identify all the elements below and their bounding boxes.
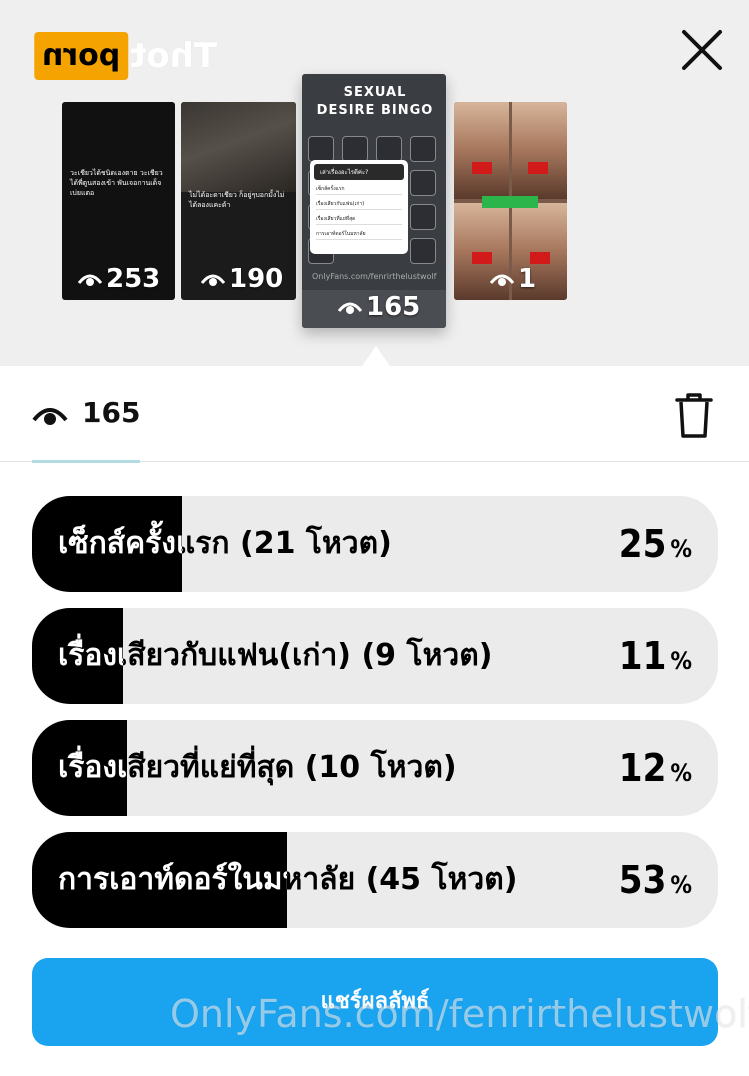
story-caption: วะเชียวได้ชนิดเองตาย วะเชียวได้พี่ตูนสอง…	[70, 169, 163, 197]
poll-option-label-overlay: เรื่องเสียวกับแฟน(เก่า) (9 โหวต)	[32, 608, 123, 704]
story-sticker	[482, 196, 538, 208]
poll-option-percent-value: 12	[618, 746, 667, 790]
poll-option-percent: 25%	[619, 496, 692, 592]
poll-option-label-overlay: การเอาท์ดอร์ในมหาลัย (45 โหวต)	[32, 832, 287, 928]
poll-option-label-overlay: เซ็กส์ครั้งแรก (21 โหวต)	[32, 496, 182, 592]
poll-option-percent: 11%	[619, 608, 692, 704]
delete-button[interactable]	[673, 392, 715, 440]
story-title: SEXUAL DESIRE BINGO	[316, 85, 434, 118]
story-view-count: 190	[201, 264, 283, 294]
story-view-count: 1	[490, 264, 536, 294]
story-views: 253	[106, 264, 161, 294]
story-thumbnail-2[interactable]: ไม่ได้อะดาเชียว ก็อยู่ๆบอกมั้งไม่ได้ลองแ…	[181, 102, 296, 300]
brand-logo-box: porn	[34, 32, 129, 80]
eye-icon	[338, 302, 362, 314]
trash-icon	[675, 393, 713, 438]
close-icon	[682, 30, 722, 70]
story-poll-row: เซ็กส์ครั้งแรก	[316, 185, 402, 195]
poll-option: การเอาท์ดอร์ในมหาลัย (45 โหวต) การเอาท์ดอ…	[32, 832, 718, 928]
eye-icon	[32, 408, 68, 425]
poll-option-percent-sign: %	[670, 759, 692, 787]
brand-logo-text: Thot	[130, 36, 218, 76]
poll-option-percent: 53%	[619, 832, 692, 928]
brand-logo: porn Thot	[34, 32, 217, 80]
eye-icon	[201, 274, 225, 286]
story-thumbnail-1[interactable]: วะเชียวได้ชนิดเองตาย วะเชียวได้พี่ตูนสอง…	[62, 102, 175, 300]
poll-option-label-inverse: เรื่องเสียวที่แย่ที่สุด (10 โหวต)	[58, 750, 127, 785]
story-caption: ไม่ได้อะดาเชียว ก็อยู่ๆบอกมั้งไม่ได้ลองแ…	[189, 191, 285, 209]
poll-option: เรื่องเสียวที่แย่ที่สุด (10 โหวต) เรื่องเ…	[32, 720, 718, 816]
close-button[interactable]	[680, 28, 724, 72]
poll-option-label-inverse: เรื่องเสียวกับแฟน(เก่า) (9 โหวต)	[58, 638, 123, 673]
story-views: 1	[518, 264, 537, 294]
selected-story-pointer	[362, 346, 390, 366]
viewer-summary: 165	[0, 366, 749, 463]
eye-icon	[490, 274, 514, 286]
story-poll-row: เรื่องเสียวที่แย่ที่สุด	[316, 215, 402, 225]
viewer-count: 165	[82, 396, 141, 429]
story-view-count: 253	[78, 264, 160, 294]
poll-option: เซ็กส์ครั้งแรก (21 โหวต)เซ็กส์ครั้งแรก (…	[32, 496, 718, 592]
story-poll-question: เล่าเรื่องอะไรดีค่ะ?	[314, 164, 404, 180]
poll-option-label: เรื่องเสียวกับแฟน(เก่า) (9 โหวต)	[58, 638, 493, 673]
story-views: 165	[366, 292, 421, 322]
story-view-count: 165	[338, 292, 420, 322]
poll-option-percent-value: 25	[618, 522, 667, 566]
story-strip: porn Thot วะเชียวได้ชนิดเองตาย วะเชียวได…	[0, 0, 749, 366]
story-thumbnail-3-selected[interactable]: SEXUAL DESIRE BINGO เล่าเรื่องอะไรดีค่ะ?…	[302, 74, 446, 328]
poll-option-label-inverse: การเอาท์ดอร์ในมหาลัย (45 โหวต)	[58, 862, 287, 897]
story-poll-row: เรื่องเสียวกับแฟน(เก่า)	[316, 200, 402, 210]
story-photo	[181, 102, 296, 192]
watermark: OnlyFans.com/fenrirthelustwolf	[170, 992, 749, 1036]
poll-option-percent-sign: %	[670, 871, 692, 899]
story-views: 190	[229, 264, 284, 294]
poll-option-percent-sign: %	[670, 647, 692, 675]
poll-option: เรื่องเสียวกับแฟน(เก่า) (9 โหวต)เรื่องเส…	[32, 608, 718, 704]
poll-option-percent-value: 53	[618, 858, 667, 902]
viewer-tab-indicator	[32, 460, 140, 463]
poll-option-percent: 12%	[619, 720, 692, 816]
poll-option-label-inverse: เซ็กส์ครั้งแรก (21 โหวต)	[58, 526, 182, 561]
story-poll-card: เล่าเรื่องอะไรดีค่ะ? เซ็กส์ครั้งแรก เรื่…	[310, 160, 408, 254]
poll-option-percent-value: 11	[618, 634, 667, 678]
eye-icon	[78, 274, 102, 286]
poll-option-percent-sign: %	[670, 535, 692, 563]
poll-option-label-overlay: เรื่องเสียวที่แย่ที่สุด (10 โหวต)	[32, 720, 127, 816]
story-thumbnail-4[interactable]: 1	[454, 102, 567, 300]
story-url: OnlyFans.com/fenrirthelustwolf	[312, 272, 437, 281]
story-poll-row: การเอาท์ดอร์ในมหาลัย	[316, 230, 402, 240]
